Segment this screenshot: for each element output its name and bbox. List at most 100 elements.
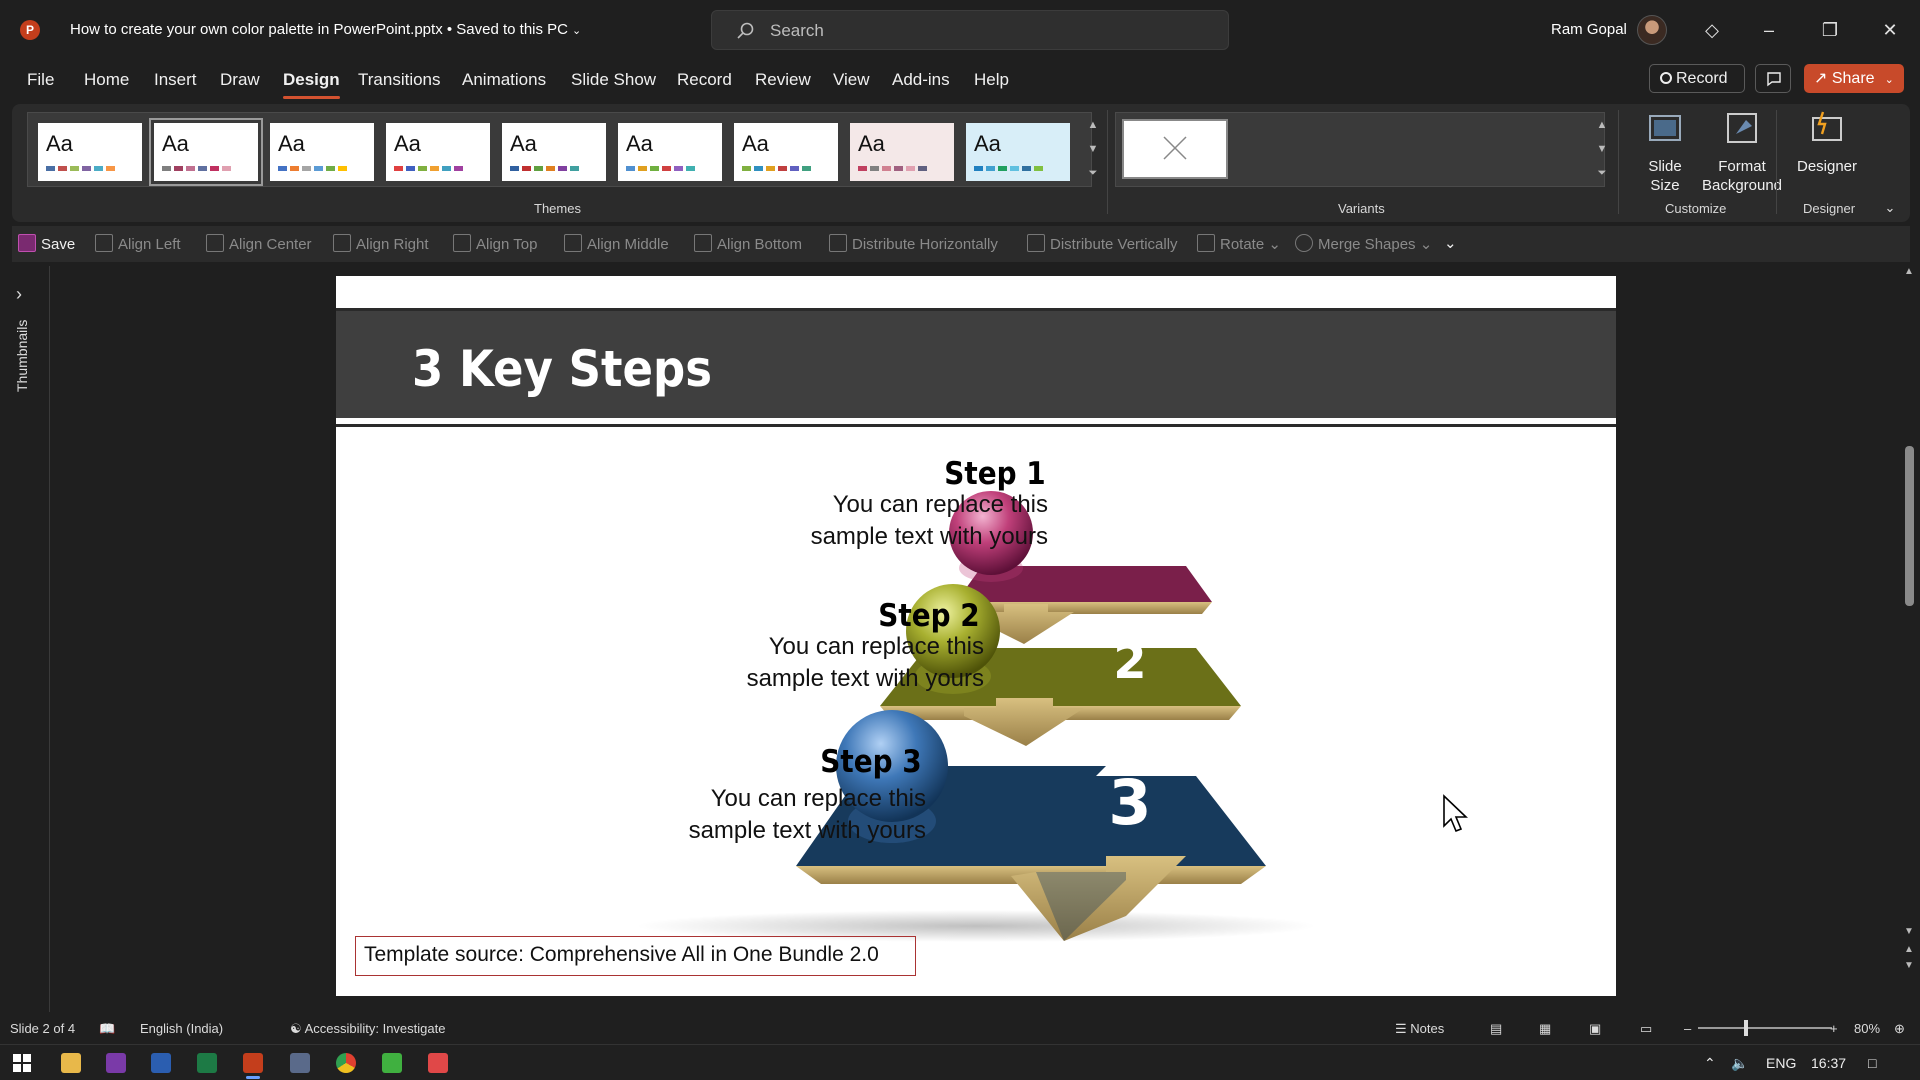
gallery-up-icon[interactable]: ▲ [1084, 114, 1102, 136]
share-button[interactable]: ↗ Share ⌄ [1804, 64, 1904, 93]
align-right-button[interactable]: Align Right [333, 234, 429, 253]
distribute-horizontally-button[interactable]: Distribute Horizontally [829, 234, 998, 253]
align-center-button[interactable]: Align Center [206, 234, 312, 253]
step-2-title[interactable]: Step 2 [879, 598, 980, 634]
tab-review[interactable]: Review [755, 70, 811, 90]
gallery-down-icon[interactable]: ▼ [1084, 138, 1102, 160]
theme-thumbnail[interactable]: Aa [270, 123, 374, 181]
fit-to-window-icon[interactable]: ⊕ [1894, 1021, 1905, 1037]
distribute-vertically-button[interactable]: Distribute Vertically [1027, 234, 1178, 253]
zoom-in-icon[interactable]: + [1830, 1021, 1838, 1036]
reading-view-icon[interactable]: ▣ [1589, 1021, 1601, 1037]
restore-icon[interactable]: ❐ [1818, 18, 1842, 42]
previous-slide-icon[interactable]: ▲ [1904, 944, 1914, 955]
excel-icon[interactable] [197, 1053, 217, 1073]
tab-home[interactable]: Home [84, 70, 129, 90]
search-input[interactable] [770, 19, 1210, 43]
windows-start-icon[interactable] [12, 1053, 32, 1073]
merge-shapes-button[interactable]: Merge Shapes ⌄ [1295, 234, 1432, 253]
align-bottom-button[interactable]: Align Bottom [694, 234, 802, 253]
scroll-down-icon[interactable]: ▼ [1904, 926, 1914, 937]
theme-thumbnail[interactable]: Aa [618, 123, 722, 181]
close-icon[interactable]: ✕ [1878, 18, 1902, 42]
avatar[interactable] [1637, 15, 1667, 45]
search-box[interactable] [711, 10, 1229, 50]
volume-icon[interactable]: 🔈 [1731, 1055, 1748, 1072]
word-icon[interactable] [151, 1053, 171, 1073]
normal-view-icon[interactable]: ▤ [1490, 1021, 1502, 1037]
zoom-slider[interactable] [1698, 1027, 1832, 1029]
spell-check-icon[interactable]: 📖 [99, 1021, 115, 1037]
step-1-title[interactable]: Step 1 [945, 456, 1046, 492]
tab-file[interactable]: File [27, 70, 54, 90]
scroll-thumb[interactable] [1905, 446, 1914, 606]
tray-language[interactable]: ENG [1766, 1055, 1796, 1071]
step-2-desc[interactable]: You can replace this sample text with you… [747, 631, 984, 695]
step-3-title[interactable]: Step 3 [821, 744, 922, 780]
tab-add-ins[interactable]: Add-ins [892, 70, 950, 90]
align-top-button[interactable]: Align Top [453, 234, 537, 253]
customize-toolbar-icon[interactable]: ⌄ [1444, 234, 1457, 252]
gallery-more-icon[interactable]: ⏷ [1084, 162, 1102, 184]
step-1-desc[interactable]: You can replace this sample text with you… [811, 489, 1048, 553]
language-indicator[interactable]: English (India) [140, 1021, 223, 1036]
theme-thumbnail[interactable]: Aa [149, 118, 263, 186]
slide-show-icon[interactable]: ▭ [1640, 1021, 1652, 1037]
align-middle-button[interactable]: Align Middle [564, 234, 669, 253]
theme-thumbnail[interactable]: Aa [386, 123, 490, 181]
record-button[interactable]: Record [1649, 64, 1745, 93]
designer-button[interactable]: Designer [1782, 108, 1872, 176]
powerpoint-taskbar-icon[interactable] [243, 1053, 263, 1073]
scroll-up-icon[interactable]: ▲ [1904, 266, 1914, 277]
theme-thumbnail[interactable]: Aa [734, 123, 838, 181]
minimize-icon[interactable]: – [1757, 18, 1781, 42]
user-name[interactable]: Ram Gopal [1551, 21, 1627, 38]
accessibility-status[interactable]: ☯ Accessibility: Investigate [290, 1021, 445, 1037]
theme-thumbnail[interactable]: Aa [850, 123, 954, 181]
tab-slide-show[interactable]: Slide Show [571, 70, 656, 90]
chrome-icon[interactable] [336, 1053, 356, 1073]
tab-view[interactable]: View [833, 70, 870, 90]
variants-down-icon[interactable]: ▼ [1593, 138, 1611, 160]
onenote-icon[interactable] [106, 1053, 126, 1073]
align-left-button[interactable]: Align Left [95, 234, 181, 253]
theme-thumbnail[interactable]: Aa [38, 123, 142, 181]
tab-insert[interactable]: Insert [154, 70, 197, 90]
tab-transitions[interactable]: Transitions [358, 70, 441, 90]
variant-thumbnail[interactable] [1122, 119, 1228, 179]
collapse-ribbon-icon[interactable]: ⌄ [1878, 196, 1902, 220]
tab-animations[interactable]: Animations [462, 70, 546, 90]
calculator-icon[interactable] [290, 1053, 310, 1073]
notes-button[interactable]: ☰ Notes [1395, 1021, 1444, 1037]
recorder-icon[interactable] [428, 1053, 448, 1073]
comments-button[interactable] [1755, 64, 1791, 93]
thumbnails-label[interactable]: Thumbnails [14, 320, 30, 392]
document-title[interactable]: How to create your own color palette in … [70, 21, 581, 38]
slide-size-button[interactable]: Slide Size [1629, 108, 1701, 195]
camtasia-icon[interactable] [382, 1053, 402, 1073]
tab-record[interactable]: Record [677, 70, 732, 90]
zoom-slider-handle[interactable] [1744, 1020, 1748, 1036]
theme-thumbnail[interactable]: Aa [502, 123, 606, 181]
format-background-button[interactable]: Format Background [1692, 108, 1792, 195]
zoom-out-icon[interactable]: – [1684, 1021, 1691, 1036]
tab-draw[interactable]: Draw [220, 70, 260, 90]
slide-position[interactable]: Slide 2 of 4 [10, 1021, 75, 1036]
zoom-level[interactable]: 80% [1854, 1021, 1880, 1036]
expand-thumbnails-icon[interactable]: › [16, 284, 22, 305]
slide-canvas[interactable]: 3 Key Steps 1 2 3 Step 1 You can replace… [336, 276, 1616, 996]
tray-overflow-icon[interactable]: ⌃ [1704, 1055, 1716, 1072]
diamond-icon[interactable]: ◇ [1700, 18, 1724, 42]
file-explorer-icon[interactable] [61, 1053, 81, 1073]
template-source-box[interactable]: Template source: Comprehensive All in On… [355, 936, 916, 976]
next-slide-icon[interactable]: ▼ [1904, 960, 1914, 971]
tab-design[interactable]: Design [283, 70, 340, 99]
save-button[interactable]: Save [18, 234, 75, 253]
slide-sorter-icon[interactable]: ▦ [1539, 1021, 1551, 1037]
variants-more-icon[interactable]: ⏷ [1593, 162, 1611, 184]
tab-help[interactable]: Help [974, 70, 1009, 90]
tray-clock[interactable]: 16:37 [1811, 1055, 1846, 1071]
variants-up-icon[interactable]: ▲ [1593, 114, 1611, 136]
notifications-icon[interactable]: □ [1868, 1055, 1876, 1071]
vertical-scrollbar[interactable]: ▲ ▼ ▲ ▼ [1900, 266, 1920, 986]
